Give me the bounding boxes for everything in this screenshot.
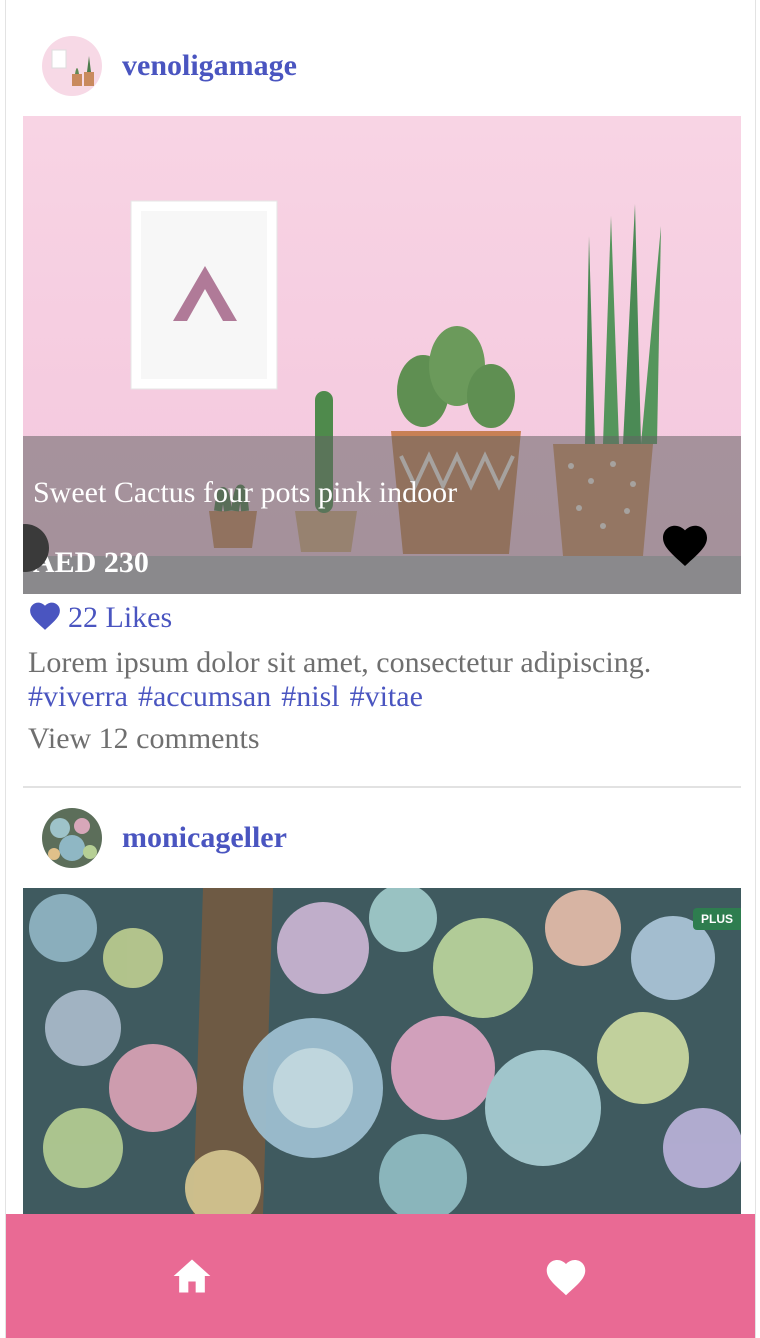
post-photo[interactable]: Sweet Cactus four pots pink indoor AED 2… (23, 116, 741, 594)
post-header: venoligamage (42, 34, 297, 98)
post-description: Lorem ipsum dolor sit amet, consectetur … (28, 646, 652, 679)
post-header: monicageller (42, 806, 287, 870)
post-username[interactable]: venoligamage (122, 49, 297, 83)
hashtag[interactable]: #viverra (28, 680, 128, 714)
post-divider (23, 786, 741, 788)
favorites-heart-icon[interactable] (544, 1254, 588, 1298)
product-title: Sweet Cactus four pots pink indoor (33, 476, 458, 509)
product-price: AED 230 (33, 546, 149, 579)
bottom-tab-bar (6, 1214, 755, 1338)
like-heart-icon[interactable] (28, 600, 62, 635)
likes-row: 22 Likes (28, 600, 172, 635)
post-username[interactable]: monicageller (122, 821, 287, 855)
plus-badge: PLUS (692, 908, 741, 930)
hashtag[interactable]: #accumsan (138, 680, 271, 714)
app-frame: venoligamage Sweet Cactus four pots pink… (5, 0, 756, 1338)
succulents-photo (23, 888, 741, 1214)
avatar[interactable] (42, 36, 102, 96)
photo-caption-overlay: Sweet Cactus four pots pink indoor AED 2… (23, 436, 741, 594)
post-photo[interactable]: PLUS (23, 888, 741, 1214)
hashtag[interactable]: #vitae (350, 680, 423, 714)
view-comments-link[interactable]: View 12 comments (28, 722, 260, 756)
likes-count: 22 Likes (68, 600, 173, 634)
avatar[interactable] (42, 808, 102, 868)
hashtag[interactable]: #nisl (281, 680, 339, 714)
hashtags: #viverra #accumsan #nisl #vitae (28, 680, 423, 714)
favorite-heart-icon[interactable] (659, 522, 711, 566)
home-icon[interactable] (170, 1254, 214, 1298)
